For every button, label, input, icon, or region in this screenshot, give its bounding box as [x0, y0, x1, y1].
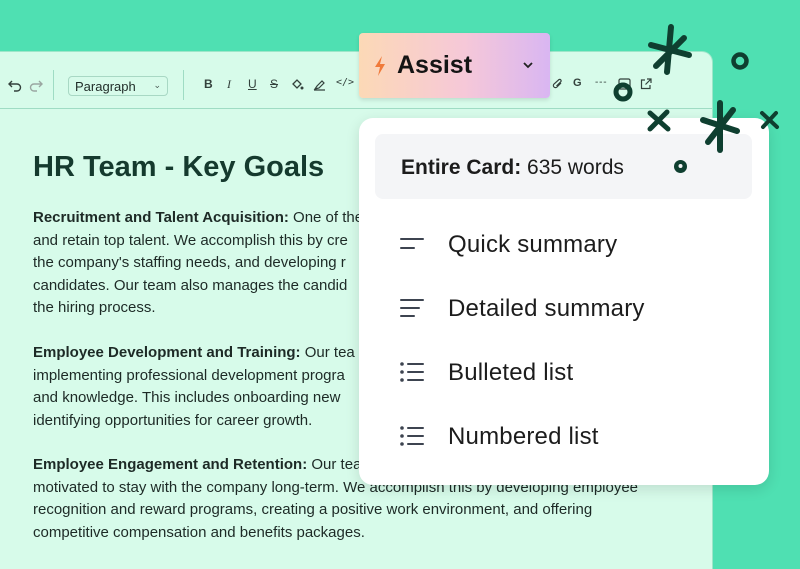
menu-item-label: Detailed summary	[448, 295, 645, 322]
paragraph-line: candidates. Our team also manages the ca…	[33, 276, 348, 294]
editor-toolbar: Paragraph ⌄ B I U S </> G - - -	[0, 52, 712, 109]
toolbar-divider	[183, 70, 184, 100]
redo-icon[interactable]	[29, 78, 43, 92]
paragraph-line: and knowledge. This includes onboarding …	[33, 389, 341, 407]
paragraph-line: and retain top talent. We accomplish thi…	[33, 231, 348, 249]
short-lines-icon	[400, 238, 424, 249]
assist-button[interactable]: Assist	[359, 33, 550, 98]
attachment-icon[interactable]	[552, 78, 564, 91]
menu-item-bulleted-list[interactable]: Bulleted list	[399, 352, 729, 392]
paragraph-line: Our tea	[300, 344, 355, 361]
paragraph-line: recognition and reward programs, creatin…	[33, 501, 593, 519]
word-count-box: Entire Card: 635 words	[375, 134, 752, 199]
document-title: HR Team - Key Goals	[33, 151, 325, 183]
paragraph-line: Our tea	[307, 456, 362, 473]
menu-item-numbered-list[interactable]: Numbered list	[399, 416, 729, 456]
chevron-down-icon: ⌄	[153, 80, 161, 90]
undo-icon[interactable]	[8, 78, 22, 92]
paragraph-line: the hiring process.	[33, 299, 156, 317]
paragraph-heading: Employee Development and Training:	[33, 344, 301, 361]
word-count-label: Entire Card:	[401, 156, 522, 179]
strikethrough-icon[interactable]: S	[270, 78, 278, 90]
assist-menu: Entire Card: 635 words Quick summary Det…	[359, 118, 769, 485]
menu-item-label: Bulleted list	[448, 359, 574, 386]
lines-icon	[400, 299, 424, 317]
fill-color-icon[interactable]	[291, 78, 304, 91]
highlight-icon[interactable]	[313, 78, 326, 91]
code-icon[interactable]: </>	[336, 78, 354, 88]
paragraph-style-select[interactable]: Paragraph ⌄	[68, 76, 168, 96]
paragraph-line: One of the	[288, 209, 364, 226]
divider-icon[interactable]: - - -	[595, 78, 607, 88]
doodle-dot-icon	[674, 160, 687, 173]
paragraph-line: implementing professional development pr…	[33, 366, 345, 384]
doodle-circle-icon	[731, 52, 749, 70]
assist-label: Assist	[397, 51, 473, 79]
menu-item-label: Quick summary	[448, 231, 618, 258]
underline-icon[interactable]: U	[248, 78, 257, 90]
word-count: Entire Card: 635 words	[401, 156, 624, 180]
lightning-icon	[375, 56, 385, 76]
menu-item-quick-summary[interactable]: Quick summary	[399, 224, 729, 264]
paragraph-style-value: Paragraph	[75, 79, 136, 94]
paragraph-heading: Employee Engagement and Retention:	[33, 456, 308, 473]
italic-icon[interactable]: I	[227, 78, 231, 90]
bulleted-list-icon	[400, 362, 424, 382]
mention-icon[interactable]: G	[573, 78, 582, 89]
menu-item-detailed-summary[interactable]: Detailed summary	[399, 288, 729, 328]
word-count-value: 635 words	[521, 156, 624, 179]
numbered-list-icon	[400, 426, 424, 446]
external-link-icon[interactable]	[640, 78, 652, 90]
paragraph-line: identifying opportunities for career gro…	[33, 411, 313, 429]
paragraph-heading: Recruitment and Talent Acquisition:	[33, 209, 289, 226]
menu-item-label: Numbered list	[448, 423, 599, 450]
paragraph-line: competitive compensation and benefits pa…	[33, 523, 365, 541]
bold-icon[interactable]: B	[204, 78, 213, 90]
image-icon[interactable]	[618, 78, 631, 90]
paragraph-line: the company's staffing needs, and develo…	[33, 254, 346, 272]
toolbar-divider	[53, 70, 54, 100]
chevron-down-icon	[523, 62, 533, 69]
